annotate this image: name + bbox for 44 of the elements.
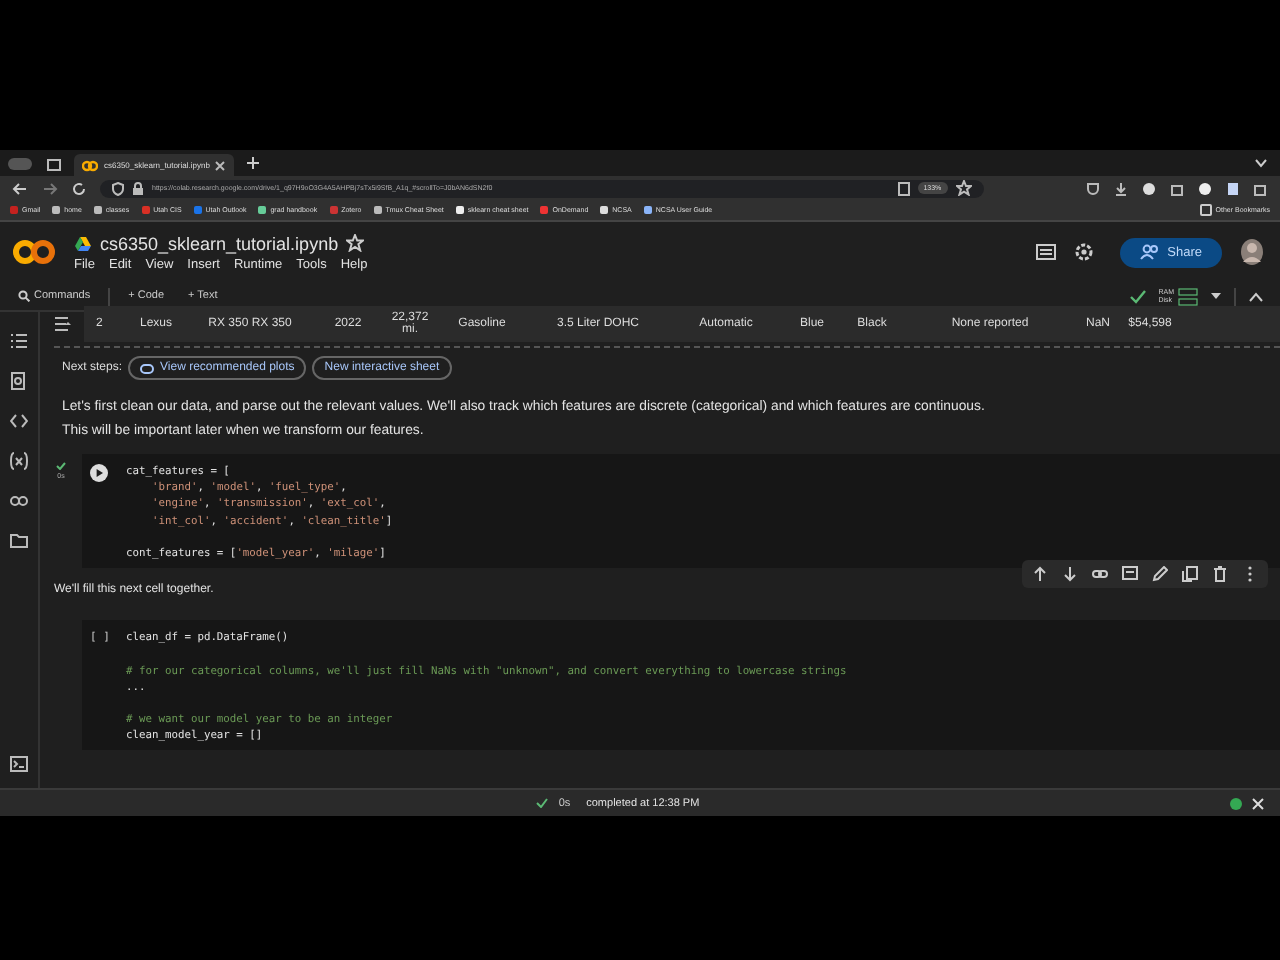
connected-icon[interactable]: [1230, 797, 1242, 809]
settings-icon[interactable]: [1073, 242, 1094, 262]
new-tab-icon[interactable]: [246, 156, 260, 170]
comment-icon[interactable]: [1122, 566, 1138, 583]
check-icon[interactable]: [56, 462, 66, 470]
lock-icon[interactable]: [132, 181, 144, 195]
close-icon[interactable]: [214, 159, 226, 171]
circle-icon[interactable]: [1198, 181, 1212, 195]
run-icon[interactable]: [90, 464, 108, 482]
folder-icon[interactable]: [10, 532, 28, 550]
delete-icon[interactable]: [1212, 566, 1228, 583]
dropdown-icon[interactable]: [1210, 292, 1222, 300]
star-icon[interactable]: [346, 234, 365, 252]
notebook-title[interactable]: cs6350_sklearn_tutorial.ipynb: [100, 233, 339, 253]
colab-icon[interactable]: [82, 159, 98, 171]
link-icon[interactable]: [1092, 566, 1108, 583]
check-icon[interactable]: [536, 798, 549, 808]
close-icon[interactable]: [1252, 797, 1264, 809]
down-arrow-icon[interactable]: [1062, 566, 1078, 583]
check-icon[interactable]: [1130, 289, 1147, 303]
download-icon[interactable]: [1114, 181, 1128, 195]
collapse-icon[interactable]: [1248, 291, 1264, 301]
reload-icon[interactable]: [72, 181, 86, 195]
colab-logo[interactable]: [12, 238, 56, 266]
back-icon[interactable]: [12, 181, 28, 195]
table-options-icon[interactable]: [54, 316, 72, 332]
forward-icon[interactable]: [42, 181, 58, 195]
avatar-icon[interactable]: [1240, 238, 1264, 266]
usage-meter-icon[interactable]: [1178, 287, 1198, 305]
edit-icon[interactable]: [1152, 566, 1168, 583]
drive-icon[interactable]: [74, 235, 92, 251]
star-icon[interactable]: [955, 180, 972, 196]
people-icon[interactable]: [1139, 244, 1160, 260]
code-icon[interactable]: [10, 412, 28, 430]
table-of-contents-icon[interactable]: [10, 332, 28, 350]
variables-icon[interactable]: [10, 452, 28, 470]
search-icon[interactable]: [18, 290, 30, 302]
up-arrow-icon[interactable]: [1032, 566, 1048, 583]
shield-icon[interactable]: [112, 181, 124, 195]
terminal-icon[interactable]: [10, 756, 28, 772]
copy-icon[interactable]: [1182, 566, 1198, 583]
chevron-down-icon[interactable]: [1254, 158, 1268, 168]
comment-icon[interactable]: [1035, 243, 1056, 261]
document-icon[interactable]: [1226, 181, 1240, 195]
